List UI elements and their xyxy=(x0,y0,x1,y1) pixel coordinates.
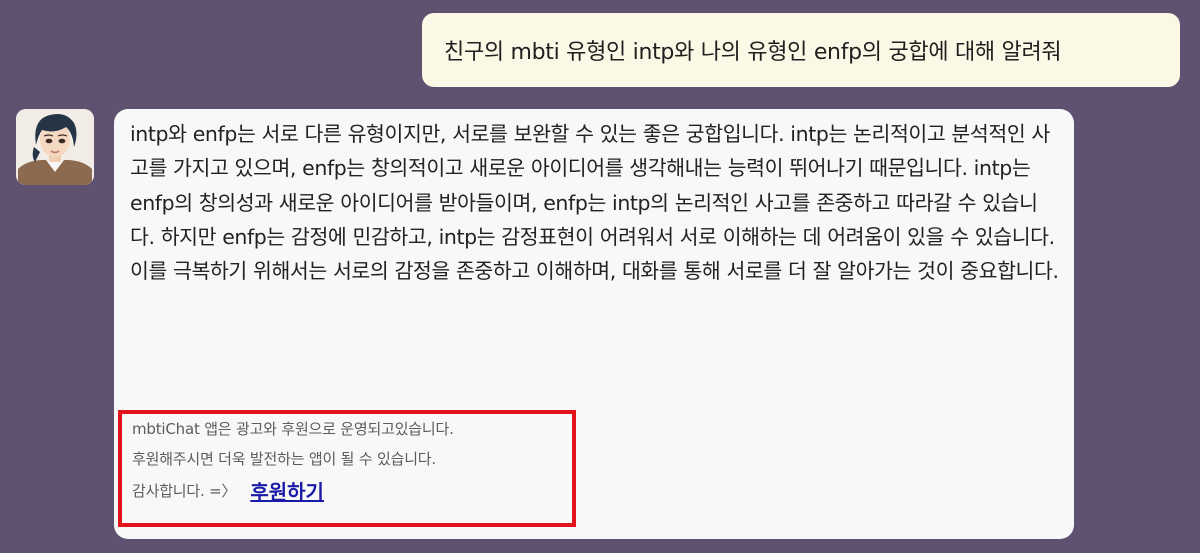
assistant-message-text: intp와 enfp는 서로 다른 유형이지만, 서로를 보완할 수 있는 좋은… xyxy=(130,122,1059,284)
assistant-avatar xyxy=(16,109,94,185)
user-message-bubble: 친구의 mbti 유형인 intp와 나의 유형인 enfp의 궁합에 대해 알… xyxy=(422,13,1180,87)
avatar-illustration-icon xyxy=(16,109,94,185)
notice-line-ads: mbtiChat 앱은 광고와 후원으로 운영되고있습니다. xyxy=(132,420,454,438)
notice-line-support: 후원해주시면 더욱 발전하는 앱이 될 수 있습니다. xyxy=(132,450,436,468)
notice-thanks-text: 감사합니다. =〉 xyxy=(132,481,237,500)
notice-thanks-row: 감사합니다. =〉 후원하기 xyxy=(132,476,572,504)
donation-notice: mbtiChat 앱은 광고와 후원으로 운영되고있습니다. 후원해주시면 더욱… xyxy=(118,410,576,527)
user-message-text: 친구의 mbti 유형인 intp와 나의 유형인 enfp의 궁합에 대해 알… xyxy=(444,40,1062,65)
donate-link[interactable]: 후원하기 xyxy=(250,476,324,505)
assistant-message-bubble: intp와 enfp는 서로 다른 유형이지만, 서로를 보완할 수 있는 좋은… xyxy=(114,109,1074,539)
